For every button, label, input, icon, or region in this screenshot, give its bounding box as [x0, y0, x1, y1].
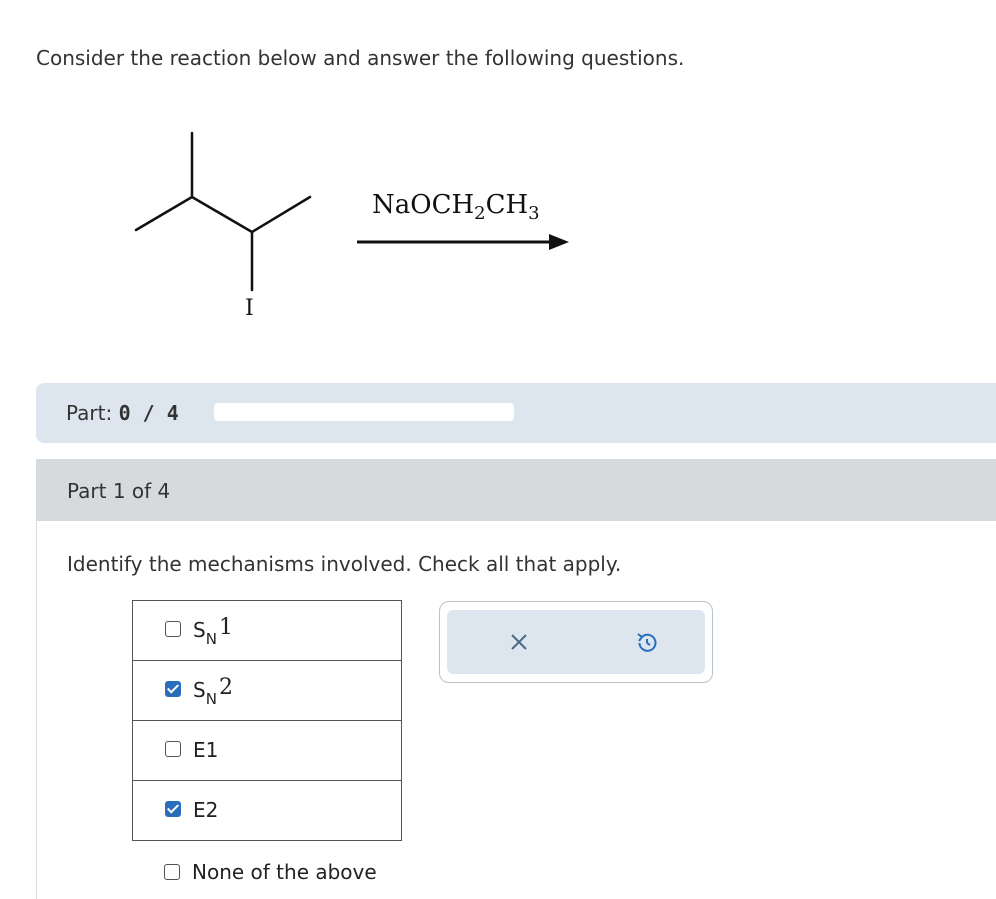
checkbox-sn1[interactable] — [165, 621, 181, 637]
iodine-label: I — [245, 296, 254, 321]
choice-sn2[interactable]: SN2 — [132, 661, 402, 721]
choice-e2[interactable]: E2 — [132, 781, 402, 841]
choice-e1[interactable]: E1 — [132, 721, 402, 781]
choice-list: SN1 SN2 E1 E2 — [132, 600, 402, 841]
checkbox-sn2[interactable] — [165, 681, 181, 697]
checkbox-e1[interactable] — [165, 741, 181, 757]
choice-label-e1: E1 — [193, 738, 219, 762]
close-icon[interactable] — [505, 628, 533, 656]
choice-label-sn1: SN1 — [193, 615, 233, 648]
part-progress-bar: Part: 0 / 4 — [36, 383, 996, 443]
choice-label-sn2: SN2 — [193, 675, 233, 708]
choice-sn1[interactable]: SN1 — [132, 600, 402, 661]
reagent-label: NaOCH2CH3 — [372, 190, 540, 225]
reactant-structure: I — [134, 131, 312, 321]
reaction-arrow — [357, 234, 569, 250]
progress-track — [214, 403, 514, 421]
part-progress-label: Part: 0 / 4 — [66, 401, 179, 425]
choice-label-none: None of the above — [192, 860, 377, 884]
checkbox-e2[interactable] — [165, 801, 181, 817]
question-text: Identify the mechanisms involved. Check … — [67, 552, 622, 576]
question-prompt: Consider the reaction below and answer t… — [36, 46, 685, 70]
undo-icon[interactable] — [633, 628, 661, 656]
checkbox-none[interactable] — [164, 864, 180, 880]
choice-label-e2: E2 — [193, 798, 219, 822]
part-header: Part 1 of 4 — [37, 459, 996, 521]
answer-tools — [439, 601, 713, 683]
